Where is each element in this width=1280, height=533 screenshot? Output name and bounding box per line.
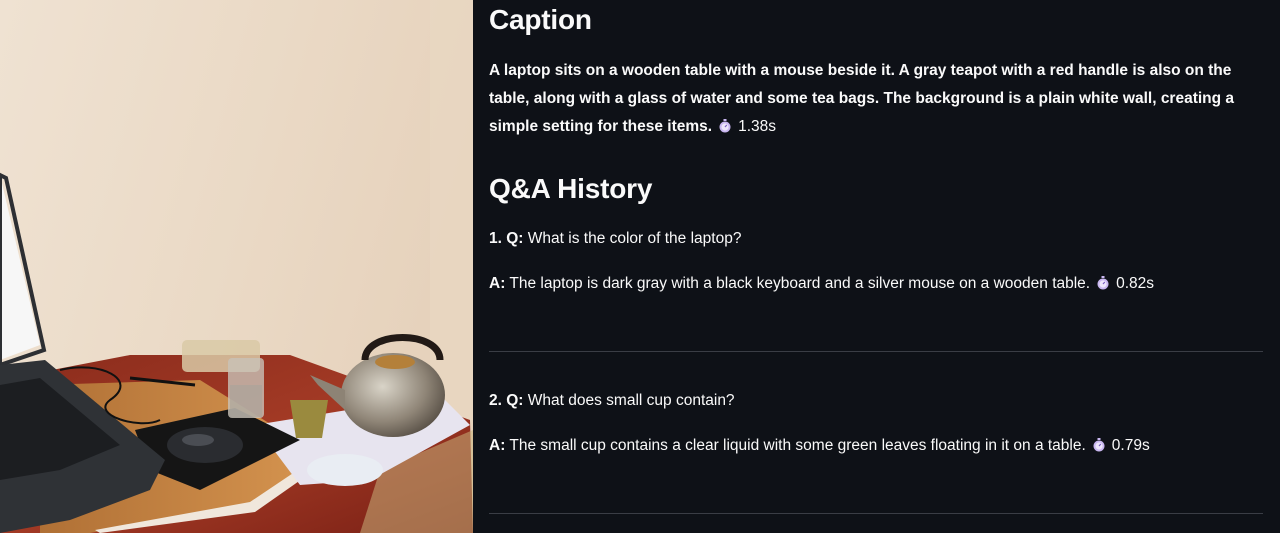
qa-question-2: 2. Q: What does small cup contain? [489,390,735,412]
uploaded-photo [0,0,473,533]
caption-time: 1.38s [738,118,777,135]
app-window: Caption A laptop sits on a wooden table … [0,0,1280,533]
ashtray [307,454,383,486]
caption-timer: 1.38s [712,118,776,135]
qa-answer-1: A: The laptop is dark gray with a black … [489,273,1154,295]
qa-index-1: 1. [489,230,502,247]
qa-a-label-2: A: [489,437,506,454]
caption-text-block: A laptop sits on a wooden table with a m… [489,57,1264,141]
qa-history-heading: Q&A History [489,173,653,204]
caption-heading: Caption [489,4,592,35]
qa-question-1: 1. Q: What is the color of the laptop? [489,228,741,250]
answer-time-2: 0.79s [1111,437,1150,454]
caption-text: A laptop sits on a wooden table with a m… [489,62,1235,135]
results-panel: Caption A laptop sits on a wooden table … [473,0,1280,533]
qa-answer-2: A: The small cup contains a clear liquid… [489,435,1150,457]
question-text-2: What does small cup contain? [527,392,735,409]
qa-q-label-1: Q: [506,230,524,247]
answer-text-2: The small cup contains a clear liquid wi… [509,437,1086,454]
answer-text-1: The laptop is dark gray with a black key… [509,275,1091,292]
stopwatch-icon [719,119,731,133]
qa-divider-1 [489,351,1263,352]
small-cup [290,400,328,438]
qa-q-label-2: Q: [506,392,524,409]
stopwatch-icon [1093,438,1105,452]
photo-illustration [0,0,473,533]
question-text-1: What is the color of the laptop? [527,230,742,247]
qa-divider-2 [489,513,1263,514]
answer-time-1: 0.82s [1116,275,1155,292]
stopwatch-icon [1097,276,1109,290]
qa-a-label-1: A: [489,275,506,292]
qa-index-2: 2. [489,392,502,409]
